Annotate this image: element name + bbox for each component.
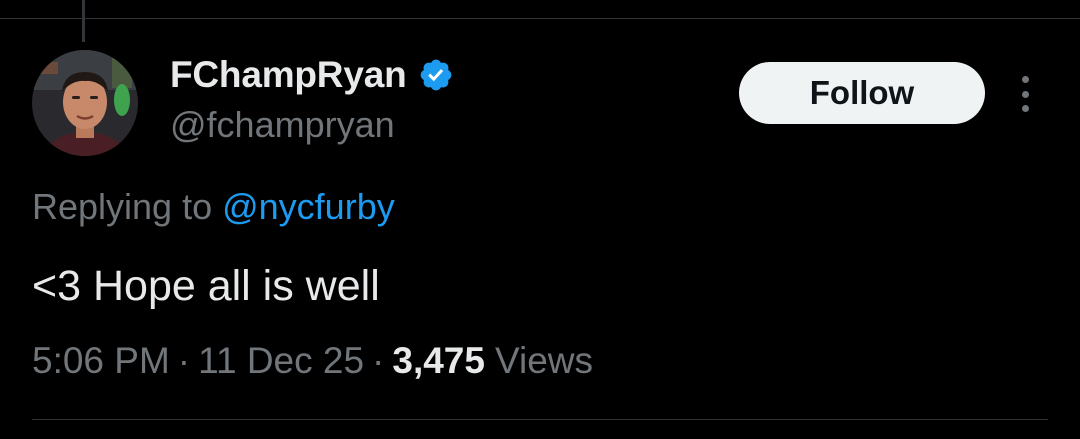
more-dot [1021, 105, 1029, 112]
views-label: Views [494, 340, 593, 381]
meta-separator: · [177, 340, 191, 381]
tweet-meta: 5:06 PM · 11 Dec 25 · 3,475 Views [32, 340, 593, 382]
reply-mention-link[interactable]: @nycfurby [222, 186, 395, 227]
bottom-divider [32, 419, 1048, 420]
thread-connector-line [82, 0, 85, 42]
follow-button[interactable]: Follow [739, 62, 985, 124]
tweet-text: <3 Hope all is well [32, 262, 380, 310]
tweet-date[interactable]: 11 Dec 25 [198, 340, 364, 382]
more-dot [1021, 90, 1029, 98]
meta-separator: · [372, 340, 385, 381]
verified-badge-icon [418, 57, 454, 93]
avatar-image [32, 50, 138, 156]
author-handle[interactable]: @fchampryan [170, 104, 395, 146]
author-name-row: FChampRyan [170, 52, 454, 98]
author-display-name[interactable]: FChampRyan [170, 54, 407, 96]
more-dot [1021, 76, 1029, 83]
tweet-time[interactable]: 5:06 PM [32, 340, 170, 382]
more-vertical-icon[interactable] [1010, 74, 1040, 114]
view-count[interactable]: 3,475 [392, 340, 485, 382]
reply-context: Replying to @nycfurby [32, 186, 395, 228]
top-divider [0, 18, 1080, 19]
avatar[interactable] [32, 50, 138, 156]
reply-prefix: Replying to [32, 186, 223, 227]
